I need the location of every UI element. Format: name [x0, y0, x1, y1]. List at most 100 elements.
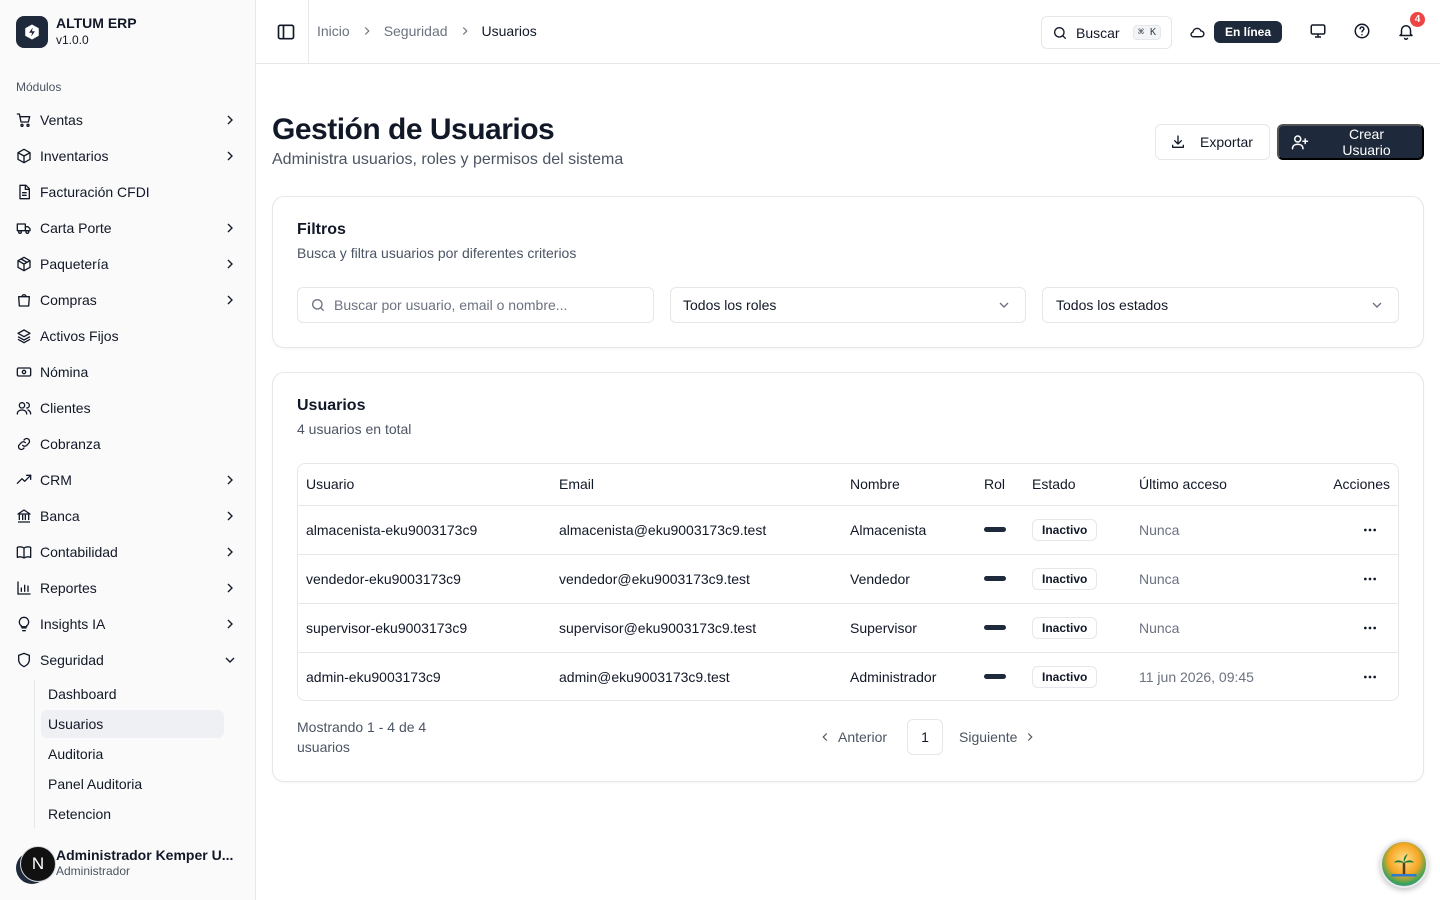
- sidebar-subitem-dashboard[interactable]: Dashboard: [41, 680, 224, 708]
- users-icon: [16, 402, 32, 415]
- status-badge: Inactivo: [1032, 567, 1098, 590]
- chevron-right-icon: [227, 619, 233, 629]
- sidebar-item-paqueteria[interactable]: Paquetería: [8, 246, 248, 282]
- more-horizontal-icon[interactable]: [1360, 520, 1380, 540]
- column-header-acciones: Acciones: [1311, 464, 1398, 506]
- link-icon: [17, 437, 31, 451]
- email-cell: vendedor@eku9003173c9.test: [551, 554, 842, 604]
- chevron-right-icon: [227, 295, 233, 305]
- sidebar-item-label: Ventas: [40, 112, 83, 128]
- sidebar-item-nomina[interactable]: Nómina: [8, 354, 248, 390]
- book-icon: [16, 546, 32, 559]
- assistant-launcher-icon[interactable]: [1380, 840, 1428, 888]
- sidebar-item-contabilidad[interactable]: Contabilidad: [8, 534, 248, 570]
- sidebar-item-compras[interactable]: Compras: [8, 282, 248, 318]
- sidebar-subitem-auditoria[interactable]: Auditoria: [41, 740, 224, 768]
- column-header-email: Email: [551, 464, 842, 506]
- sidebar-item-reportes[interactable]: Reportes: [8, 570, 248, 606]
- status-cell: Inactivo: [1024, 652, 1131, 700]
- next-page-button[interactable]: Siguiente: [959, 729, 1037, 745]
- more-horizontal-icon[interactable]: [1360, 667, 1380, 687]
- sidebar-item-clientes[interactable]: Clientes: [8, 390, 248, 426]
- sidebar-item-label: Nómina: [40, 364, 89, 380]
- global-search-button[interactable]: Buscar ⌘ K: [1041, 16, 1172, 49]
- create-user-button-label: Crear Usuario: [1342, 126, 1391, 158]
- last-access-cell: Nunca: [1131, 603, 1311, 653]
- palm-tree-icon: [1391, 854, 1417, 877]
- user-search-input[interactable]: [334, 297, 634, 313]
- monitor-icon[interactable]: [1309, 22, 1327, 40]
- table-row[interactable]: vendedor-eku9003173c9 vendedor@eku900317…: [298, 554, 1398, 604]
- table-header-row: Usuario Email Nombre Rol Estado Último a…: [298, 464, 1398, 506]
- user-role: Administrador: [56, 863, 131, 878]
- sidebar-nav: Ventas Inventarios Facturación CFDI Cart…: [8, 102, 248, 830]
- status-badge: Inactivo: [1032, 518, 1098, 541]
- last-access-cell: 11 jun 2026, 09:45: [1139, 668, 1254, 685]
- notification-count-badge: 4: [1410, 12, 1425, 27]
- cloud-icon: [1190, 27, 1205, 38]
- user-plus-icon: [1291, 135, 1309, 150]
- table-row[interactable]: admin-eku9003173c9 admin@eku9003173c9.te…: [298, 652, 1398, 700]
- page-subtitle: Administra usuarios, roles y permisos de…: [272, 151, 624, 168]
- breadcrumb-inicio[interactable]: Inicio: [317, 23, 350, 39]
- role-indicator: [984, 625, 1006, 630]
- email-cell: admin@eku9003173c9.test: [559, 668, 730, 685]
- name-cell: Supervisor: [842, 603, 976, 653]
- chevron-down-icon: [999, 302, 1009, 308]
- column-header-usuario: Usuario: [298, 464, 551, 506]
- help-circle-icon[interactable]: [1353, 22, 1371, 40]
- filters-card: Filtros Busca y filtra usuarios por dife…: [272, 196, 1424, 348]
- previous-page-button[interactable]: Anterior: [818, 729, 887, 745]
- create-user-button[interactable]: Crear Usuario: [1277, 124, 1424, 160]
- sidebar-subitem-panel-auditoria[interactable]: Panel Auditoria: [41, 770, 224, 798]
- main-content: Gestión de Usuarios Administra usuarios,…: [256, 64, 1440, 900]
- users-count: 4 usuarios en total: [297, 421, 412, 437]
- brand[interactable]: ALTUM ERP v1.0.0: [16, 15, 137, 48]
- top-header: Inicio Seguridad Usuarios Buscar ⌘ K En …: [256, 0, 1440, 64]
- chevron-down-icon: [225, 657, 235, 663]
- name-cell: Administrador: [850, 668, 937, 685]
- sidebar-item-inventarios[interactable]: Inventarios: [8, 138, 248, 174]
- status-cell: Inactivo: [1024, 554, 1131, 604]
- table-row[interactable]: supervisor-eku9003173c9 supervisor@eku90…: [298, 603, 1398, 653]
- sidebar-item-label: Insights IA: [40, 616, 106, 632]
- sidebar-item-seguridad[interactable]: Seguridad: [8, 642, 248, 678]
- cart-icon: [16, 113, 31, 127]
- last-access-cell: Nunca: [1131, 505, 1311, 555]
- next-page-label: Siguiente: [959, 729, 1018, 745]
- email-cell: almacenista@eku9003173c9.test: [551, 505, 842, 555]
- sidebar-item-label: Clientes: [40, 400, 91, 416]
- sidebar-item-banca[interactable]: Banca: [8, 498, 248, 534]
- actions-cell: [1311, 603, 1398, 653]
- sidebar-subitem-usuarios[interactable]: Usuarios: [41, 710, 224, 738]
- status-cell: Inactivo: [1024, 603, 1131, 653]
- header-divider: [308, 0, 309, 64]
- sidebar-toggle-icon[interactable]: [276, 22, 296, 42]
- sidebar-item-crm[interactable]: CRM: [8, 462, 248, 498]
- user-search-field[interactable]: [297, 287, 654, 323]
- search-icon: [1054, 26, 1066, 39]
- sidebar-item-activos-fijos[interactable]: Activos Fijos: [8, 318, 248, 354]
- sidebar-user-menu[interactable]: N Administrador Kemper U... Administrado…: [16, 842, 244, 884]
- sidebar-subitem-retencion[interactable]: Retencion: [41, 800, 224, 828]
- chevron-right-icon: [364, 27, 370, 35]
- role-select[interactable]: Todos los roles: [670, 287, 1026, 323]
- status-badge: Inactivo: [1032, 616, 1098, 639]
- sidebar-item-carta-porte[interactable]: Carta Porte: [8, 210, 248, 246]
- sidebar: ALTUM ERP v1.0.0 Módulos Ventas Inventar…: [0, 0, 256, 900]
- modules-section-label: Módulos: [16, 80, 62, 94]
- package-icon: [17, 256, 31, 272]
- sidebar-item-insights[interactable]: Insights IA: [8, 606, 248, 642]
- sidebar-item-ventas[interactable]: Ventas: [8, 102, 248, 138]
- breadcrumb-seguridad[interactable]: Seguridad: [384, 23, 448, 39]
- more-horizontal-icon[interactable]: [1360, 569, 1380, 589]
- sidebar-item-facturacion[interactable]: Facturación CFDI: [8, 174, 248, 210]
- actions-cell: [1311, 505, 1398, 555]
- export-button[interactable]: Exportar: [1155, 124, 1270, 160]
- page-number-button[interactable]: 1: [907, 719, 944, 755]
- more-horizontal-icon[interactable]: [1360, 618, 1380, 638]
- table-row[interactable]: almacenista-eku9003173c9 almacenista@eku…: [298, 505, 1398, 555]
- status-select[interactable]: Todos los estados: [1042, 287, 1399, 323]
- sidebar-item-cobranza[interactable]: Cobranza: [8, 426, 248, 462]
- sidebar-item-label: Reportes: [40, 580, 97, 596]
